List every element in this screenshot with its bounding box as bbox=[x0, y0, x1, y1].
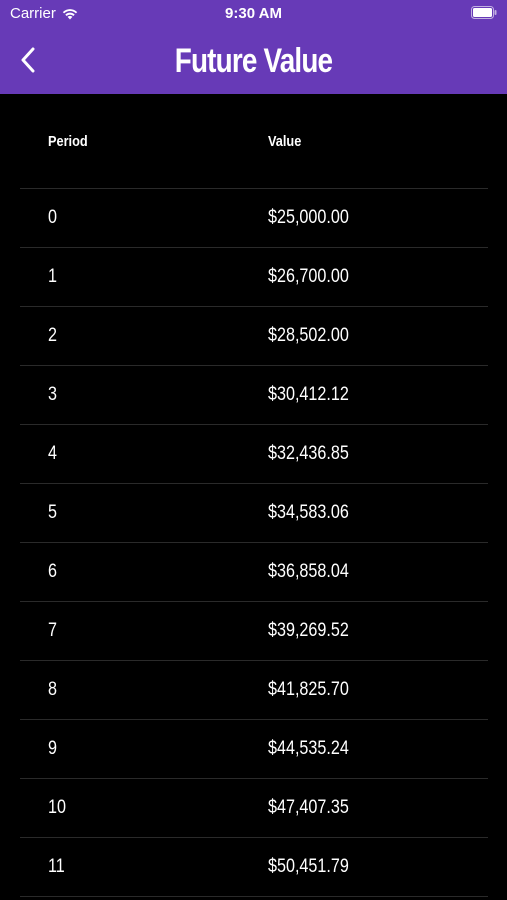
period-cell: 6 bbox=[48, 561, 57, 582]
table-row: 6 $36,858.04 bbox=[20, 543, 488, 602]
table-row: 8 $41,825.70 bbox=[20, 661, 488, 720]
battery-icon bbox=[471, 6, 497, 19]
period-cell: 0 bbox=[48, 207, 57, 228]
table-row: 9 $44,535.24 bbox=[20, 720, 488, 779]
value-cell: $32,436.85 bbox=[268, 443, 349, 464]
navigation-bar: Future Value bbox=[0, 28, 507, 94]
value-cell: $44,535.24 bbox=[268, 738, 349, 759]
table-row: 1 $26,700.00 bbox=[20, 248, 488, 307]
column-header-period: Period bbox=[48, 132, 88, 150]
future-value-table: Period Value 0 $25,000.00 1 $26,700.00 2 $28,… bbox=[20, 94, 488, 897]
value-cell: $36,858.04 bbox=[268, 561, 349, 582]
value-cell: $25,000.00 bbox=[268, 207, 349, 228]
table-row: 7 $39,269.52 bbox=[20, 602, 488, 661]
value-cell: $41,825.70 bbox=[268, 679, 349, 700]
period-cell: 2 bbox=[48, 325, 57, 346]
table-row: 0 $25,000.00 bbox=[20, 189, 488, 248]
chevron-left-icon bbox=[21, 47, 35, 73]
table-row: 11 $50,451.79 bbox=[20, 838, 488, 897]
page-title: Future Value bbox=[174, 42, 333, 80]
period-cell: 10 bbox=[48, 797, 66, 818]
period-cell: 11 bbox=[48, 856, 65, 877]
period-cell: 5 bbox=[48, 502, 57, 523]
value-cell: $39,269.52 bbox=[268, 620, 349, 641]
app-header: Carrier 9:30 AM Future Value bbox=[0, 0, 507, 94]
period-cell: 4 bbox=[48, 443, 57, 464]
period-cell: 8 bbox=[48, 679, 57, 700]
period-cell: 3 bbox=[48, 384, 57, 405]
status-time: 9:30 AM bbox=[225, 5, 282, 22]
table-row: 2 $28,502.00 bbox=[20, 307, 488, 366]
table-row: 3 $30,412.12 bbox=[20, 366, 488, 425]
table-header-row: Period Value bbox=[20, 94, 488, 189]
value-cell: $47,407.35 bbox=[268, 797, 349, 818]
value-cell: $28,502.00 bbox=[268, 325, 349, 346]
table-row: 10 $47,407.35 bbox=[20, 779, 488, 838]
period-cell: 9 bbox=[48, 738, 57, 759]
period-cell: 1 bbox=[48, 266, 57, 287]
back-button[interactable] bbox=[10, 40, 46, 80]
value-cell: $26,700.00 bbox=[268, 266, 349, 287]
value-cell: $34,583.06 bbox=[268, 502, 349, 523]
table-row: 5 $34,583.06 bbox=[20, 484, 488, 543]
column-header-value: Value bbox=[268, 132, 302, 150]
value-cell: $30,412.12 bbox=[268, 384, 349, 405]
value-cell: $50,451.79 bbox=[268, 856, 349, 877]
status-bar: Carrier 9:30 AM bbox=[0, 0, 507, 28]
period-cell: 7 bbox=[48, 620, 57, 641]
table-row: 4 $32,436.85 bbox=[20, 425, 488, 484]
